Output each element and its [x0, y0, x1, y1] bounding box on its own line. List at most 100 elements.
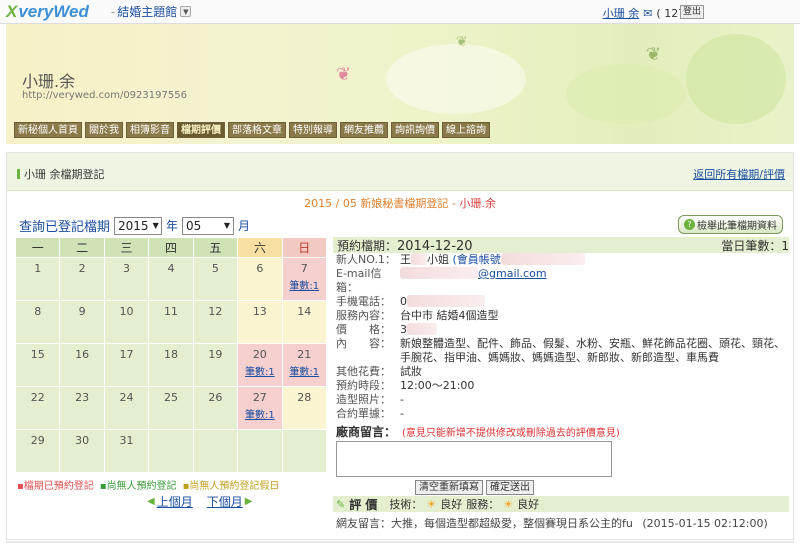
- field-value: 試妝: [400, 365, 422, 378]
- price-prefix: 3: [400, 323, 407, 336]
- booking-count-link[interactable]: 筆數:1: [238, 363, 281, 378]
- calendar-day[interactable]: 23: [59, 386, 105, 430]
- calendar-day[interactable]: 19: [192, 343, 239, 387]
- year-select[interactable]: 2015 ▼: [114, 216, 163, 235]
- detail-row-phone: 手機電話： 0: [333, 295, 789, 309]
- chevron-down-icon: ▼: [223, 221, 231, 230]
- theme-menu[interactable]: - 結婚主題館 ▼: [111, 3, 192, 20]
- profile-banner: ❦ ❦ ❦ 小珊.余 http://verywed.com/0923197556…: [6, 24, 794, 144]
- calendar-day[interactable]: 1: [14, 257, 61, 301]
- calendar-day[interactable]: 7 筆數:1: [281, 257, 328, 301]
- clear-button[interactable]: 清空重新填寫: [415, 480, 483, 495]
- legend-holiday-text: 尚無人預約登記假日: [189, 481, 280, 492]
- month-pager: ◀ 上個月 下個月 ▶: [147, 493, 252, 510]
- site-logo[interactable]: X veryWed: [6, 2, 89, 22]
- submit-button[interactable]: 確定送出: [486, 480, 534, 495]
- tab-album[interactable]: 相簿影音: [126, 122, 174, 138]
- calendar-day[interactable]: 26: [192, 386, 239, 430]
- back-link[interactable]: 返回所有檔期/評價: [693, 166, 785, 182]
- calendar-day[interactable]: 15: [14, 343, 61, 387]
- tab-schedule[interactable]: 檔期評價: [177, 122, 225, 138]
- calendar-day[interactable]: 12: [192, 300, 239, 344]
- prev-month[interactable]: ◀ 上個月: [147, 493, 193, 510]
- calendar-day[interactable]: 6: [237, 257, 283, 301]
- calendar-day[interactable]: 5: [192, 257, 239, 301]
- tab-home[interactable]: 新秘個人首頁: [14, 122, 82, 138]
- tab-about[interactable]: 關於我: [85, 122, 123, 138]
- day-number: 8: [34, 305, 42, 318]
- calendar-day[interactable]: 22: [14, 386, 61, 430]
- tab-recommend[interactable]: 網友推薦: [340, 122, 388, 138]
- calendar-day[interactable]: 3: [103, 257, 150, 301]
- calendar-day[interactable]: 21 筆數:1: [281, 343, 328, 387]
- booking-count-link[interactable]: 筆數:1: [238, 406, 281, 421]
- message-warning: (意見只能新增不提供修改或刪除過去的評價意見): [402, 428, 620, 439]
- month-value: 05: [186, 218, 202, 233]
- tab-special[interactable]: 特別報導: [289, 122, 337, 138]
- field-value: 3: [400, 323, 437, 337]
- chevron-down-icon[interactable]: ▼: [180, 6, 192, 17]
- next-month-link[interactable]: 下個月: [207, 493, 243, 510]
- month-select[interactable]: 05 ▼: [182, 216, 235, 235]
- logout-button[interactable]: 登出: [679, 5, 704, 19]
- user-name-link[interactable]: 小珊 余: [603, 5, 640, 21]
- day-number: 28: [297, 391, 312, 404]
- pencil-icon: ✎: [336, 497, 346, 511]
- calendar-day[interactable]: 29: [14, 429, 61, 473]
- query-label: 查詢已登記檔期: [19, 220, 111, 235]
- booking-count-link[interactable]: 筆數:1: [283, 277, 326, 292]
- calendar-day[interactable]: 16: [59, 343, 105, 387]
- calendar-day[interactable]: 9: [59, 300, 105, 344]
- day-number: 11: [163, 305, 178, 318]
- tab-consult[interactable]: 線上諮詢: [442, 122, 490, 138]
- weekday-wed: 三: [103, 237, 150, 258]
- detail-row-contract: 合約單據： -: [333, 407, 789, 421]
- calendar-day[interactable]: 17: [103, 343, 150, 387]
- day-number: 20: [252, 348, 267, 361]
- email-link[interactable]: @gmail.com: [478, 267, 547, 280]
- calendar-day[interactable]: 27 筆數:1: [237, 386, 283, 430]
- subtitle-name: 小珊.余: [459, 197, 496, 210]
- calendar-day[interactable]: 24: [103, 386, 150, 430]
- tab-inquiry[interactable]: 詢訊詢價: [391, 122, 439, 138]
- banner-decor: [686, 34, 786, 124]
- subtitle-text: 2015 / 05 新娘秘書檔期登記 -: [304, 197, 460, 210]
- calendar-day[interactable]: 4: [148, 257, 194, 301]
- legend-holiday: ▪尚無人預約登記假日: [182, 481, 280, 492]
- question-icon: ?: [684, 219, 695, 230]
- legend-open-text: 尚無人預約登記: [106, 481, 177, 492]
- prev-month-link[interactable]: 上個月: [157, 493, 193, 510]
- calendar-week: 29 30 31: [14, 429, 328, 473]
- date-query: 查詢已登記檔期 2015 ▼ 年 05 ▼ 月: [19, 216, 250, 235]
- footer-divider: [6, 541, 794, 543]
- calendar-day[interactable]: 20 筆數:1: [237, 343, 283, 387]
- weekday-sat: 六: [237, 237, 283, 258]
- message-textarea[interactable]: [336, 441, 612, 477]
- calendar-day[interactable]: 14: [281, 300, 328, 344]
- report-button[interactable]: ? 檢舉此筆檔期資料: [678, 215, 783, 234]
- calendar-body: 1 2 3 4 5 6 7 筆數:1 8 9 10 11 12 13 14 15 16 17 18 19 20 筆數:1 2…: [14, 257, 328, 473]
- mail-icon[interactable]: ✉: [643, 7, 652, 20]
- day-number: 30: [75, 434, 90, 447]
- calendar-day[interactable]: 30: [59, 429, 105, 473]
- calendar-day[interactable]: 18: [148, 343, 194, 387]
- detail-row-email: E-mail信箱： @gmail.com: [333, 267, 789, 295]
- calendar-day[interactable]: 11: [148, 300, 194, 344]
- day-number: 18: [163, 348, 178, 361]
- calendar-day[interactable]: 8: [14, 300, 61, 344]
- calendar-day[interactable]: 2: [59, 257, 105, 301]
- next-month[interactable]: 下個月 ▶: [207, 493, 253, 510]
- service-value: 良好: [517, 498, 540, 511]
- calendar-day[interactable]: 28: [281, 386, 328, 430]
- tab-blog[interactable]: 部落格文章: [228, 122, 286, 138]
- calendar-day[interactable]: 25: [148, 386, 194, 430]
- review-time: (2015-01-15 02:12:00): [642, 517, 768, 530]
- calendar-day[interactable]: 13: [237, 300, 283, 344]
- calendar-day[interactable]: 10: [103, 300, 150, 344]
- weekday-tue: 二: [59, 237, 105, 258]
- weekday-sun: 日: [281, 237, 328, 258]
- booking-count-link[interactable]: 筆數:1: [283, 363, 326, 378]
- day-number: 22: [30, 391, 45, 404]
- butterfly-icon: ❦: [336, 64, 352, 85]
- calendar-day[interactable]: 31: [103, 429, 150, 473]
